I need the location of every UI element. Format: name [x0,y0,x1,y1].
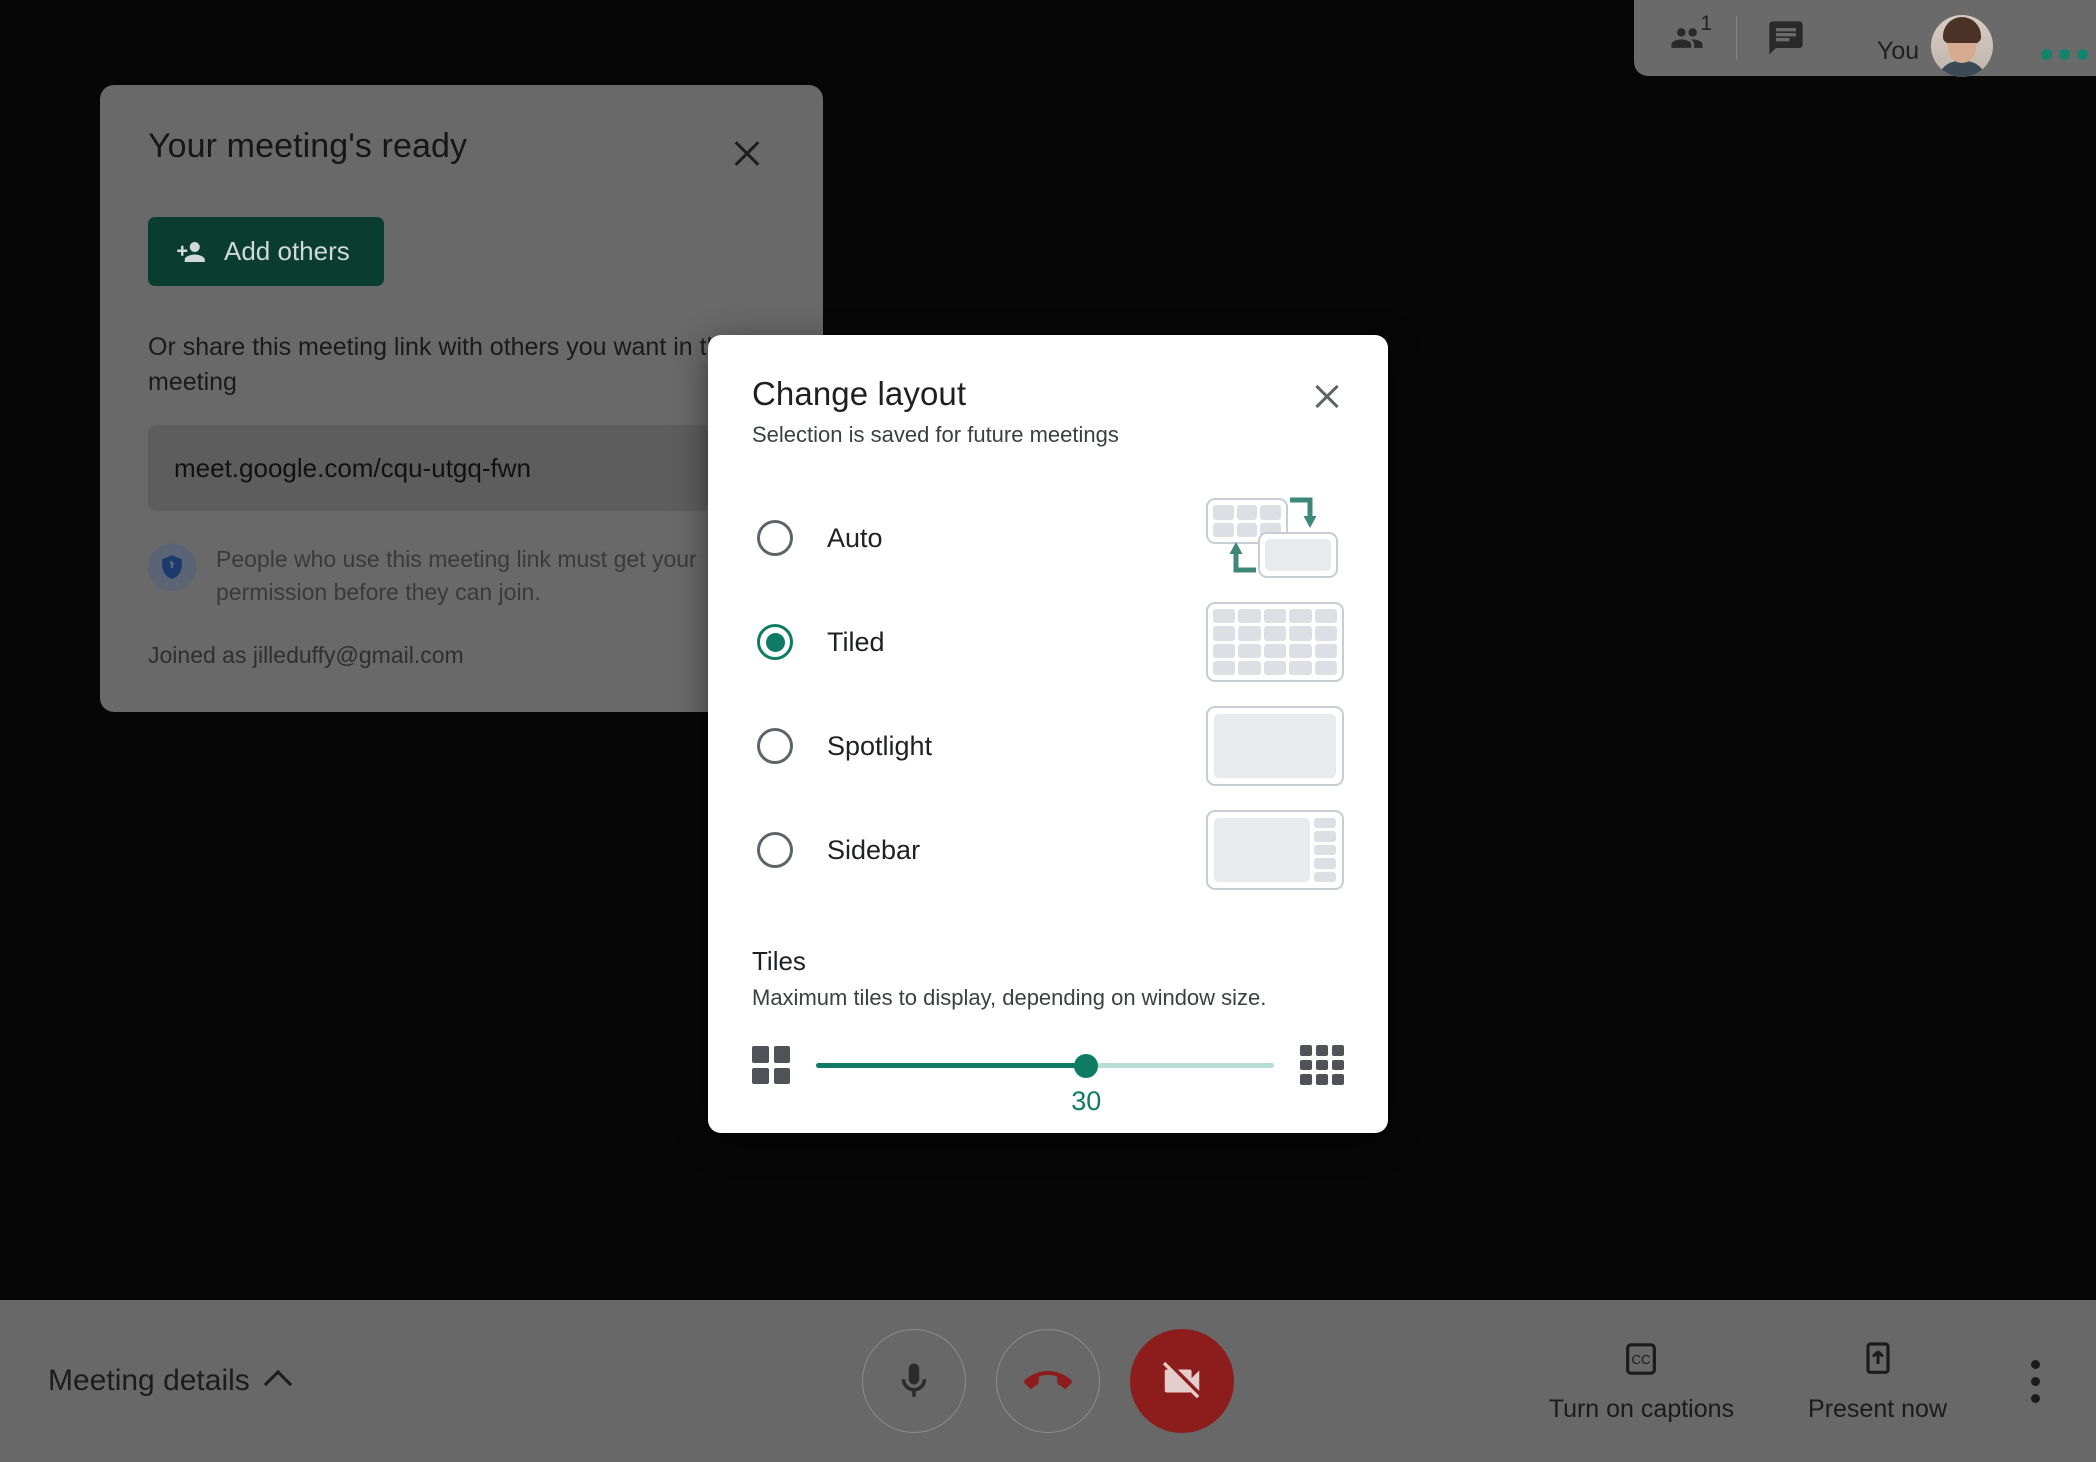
slider-fill [816,1063,1087,1068]
sidebar-layout-preview [1206,808,1344,892]
meet-app-root: 1 You Your meeting's ready Add others Or… [0,0,2096,1462]
arrow-down-icon [1290,497,1317,528]
tiles-section: Tiles Maximum tiles to display, dependin… [752,946,1344,1116]
close-icon[interactable] [1306,375,1348,417]
shield-lock-icon [148,543,196,591]
dialog-title: Change layout [752,375,967,412]
permission-text: People who use this meeting link must ge… [216,546,697,605]
chat-button[interactable] [1755,15,1817,61]
layout-option-sidebar[interactable]: Sidebar [752,798,1344,902]
chat-icon [1769,21,1803,55]
avatar [1931,15,1994,77]
dialog-header: Change layout Selection is saved for fut… [752,375,1344,448]
layout-options-list: Auto Tiled Spotlight Sidebar [752,486,1344,902]
turn-on-captions-button[interactable]: CC Turn on captions [1549,1339,1734,1424]
show-everyone-button[interactable]: 1 [1656,12,1718,61]
present-screen-icon [1865,1341,1890,1374]
close-icon[interactable] [725,131,769,175]
radio-sidebar[interactable] [757,832,793,868]
secondary-controls: CC Turn on captions Present now [1549,1339,2050,1424]
tiled-layout-preview [1206,600,1344,684]
person-add-icon [177,241,205,262]
slider-thumb[interactable] [1074,1054,1099,1078]
layout-option-label: Auto [827,522,883,553]
permission-notice: People who use this meeting link must ge… [148,543,775,608]
present-now-button[interactable]: Present now [1808,1339,1947,1424]
self-label: You [1877,37,1920,65]
grid-2x2-icon [752,1046,790,1084]
meeting-link-value: meet.google.com/cqu-utgq-fwn [174,452,531,483]
more-vertical-icon[interactable] [2021,1350,2050,1413]
joined-as-text: Joined as jilleduffy@gmail.com [148,642,464,669]
layout-option-tiled[interactable]: Tiled [752,590,1344,694]
svg-text:CC: CC [1632,1352,1652,1367]
tiles-slider-row: 30 [752,1045,1344,1116]
arrow-up-icon [1229,542,1256,573]
bottom-toolbar: Meeting details CC Turn on captions Pres… [0,1300,2096,1462]
auto-layout-preview [1206,496,1344,580]
add-others-button[interactable]: Add others [148,217,384,286]
meeting-details-label: Meeting details [48,1364,250,1397]
dialog-subtitle: Selection is saved for future meetings [752,422,1119,447]
grid-3x3-icon [1300,1045,1344,1085]
tiles-slider[interactable]: 30 [816,1046,1274,1116]
spotlight-layout-preview [1206,704,1344,788]
end-call-button[interactable] [996,1329,1100,1433]
three-dots-teal-icon[interactable] [2041,49,2088,60]
meeting-card-title: Your meeting's ready [148,127,468,165]
meeting-link-field[interactable]: meet.google.com/cqu-utgq-fwn [148,425,776,511]
captions-label: Turn on captions [1548,1394,1735,1423]
add-others-label: Add others [224,236,350,266]
meeting-details-button[interactable]: Meeting details [48,1364,292,1399]
radio-tiled[interactable] [757,624,793,660]
present-label: Present now [1808,1394,1947,1423]
call-controls [862,1329,1234,1433]
radio-auto[interactable] [757,520,793,556]
header-divider [1736,16,1737,60]
layout-option-label: Spotlight [827,730,933,761]
participants-count-badge: 1 [1700,12,1712,35]
avatar-hair [1943,17,1982,43]
closed-captions-icon: CC [1626,1342,1657,1375]
tiles-subtitle: Maximum tiles to display, depending on w… [752,985,1267,1010]
dialog-title-group: Change layout Selection is saved for fut… [752,375,1119,448]
tiles-title: Tiles [752,946,806,976]
camera-off-icon [1162,1361,1200,1399]
layout-option-label: Sidebar [827,834,921,865]
chevron-up-icon [263,1369,292,1399]
layout-option-auto[interactable]: Auto [752,486,1344,590]
share-link-text: Or share this meeting link with others y… [148,333,735,396]
top-right-header: 1 You [1634,0,2096,77]
microphone-icon [901,1363,927,1397]
microphone-button[interactable] [862,1329,966,1433]
layout-option-label: Tiled [827,626,885,657]
change-layout-dialog: Change layout Selection is saved for fut… [708,335,1388,1133]
avatar-torso [1937,61,1988,77]
radio-spotlight[interactable] [757,728,793,764]
slider-value: 30 [1071,1086,1102,1116]
meeting-card-header: Your meeting's ready [148,127,775,175]
layout-option-spotlight[interactable]: Spotlight [752,694,1344,798]
end-call-icon [1024,1371,1072,1389]
camera-button[interactable] [1130,1329,1234,1433]
